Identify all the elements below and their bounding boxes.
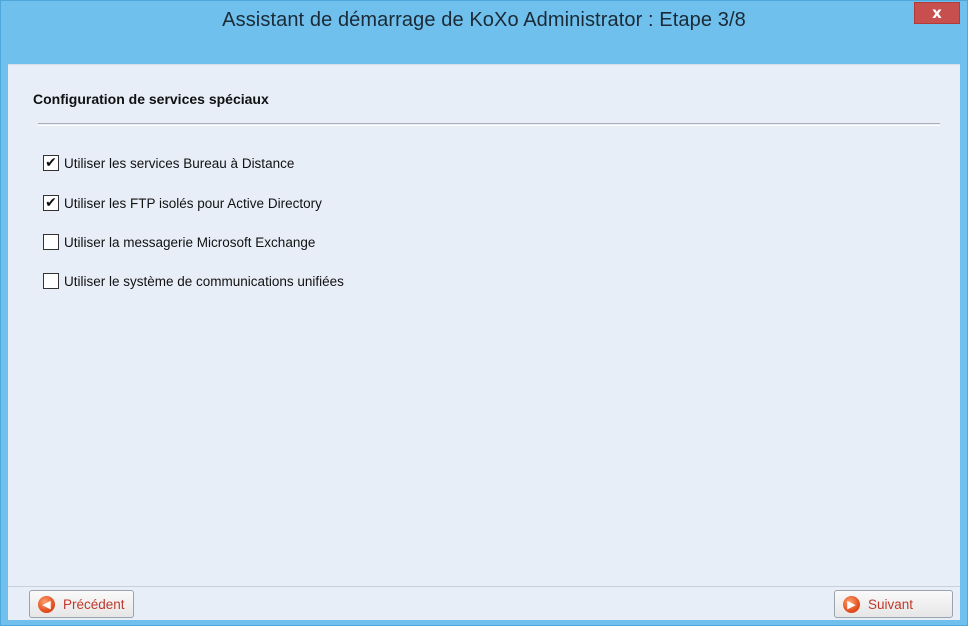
previous-button[interactable]: ◀ Précédent: [29, 590, 134, 618]
section-title: Configuration de services spéciaux: [33, 91, 269, 107]
navigation-bar: [8, 586, 960, 620]
previous-button-label: Précédent: [63, 596, 125, 612]
option-label[interactable]: Utiliser la messagerie Microsoft Exchang…: [64, 235, 315, 250]
next-button-label: Suivant: [868, 596, 914, 612]
wizard-content-panel: [8, 64, 960, 586]
remote-desktop-checkbox[interactable]: ✔: [43, 155, 59, 171]
option-isolated-ftp[interactable]: ✔ Utiliser les FTP isolés pour Active Di…: [43, 193, 322, 213]
option-label[interactable]: Utiliser le système de communications un…: [64, 274, 344, 289]
title-bar[interactable]: Assistant de démarrage de KoXo Administr…: [1, 1, 967, 41]
arrow-right-icon: ▶: [843, 595, 860, 613]
option-exchange[interactable]: Utiliser la messagerie Microsoft Exchang…: [43, 232, 315, 252]
isolated-ftp-checkbox[interactable]: ✔: [43, 195, 59, 211]
section-separator: [38, 123, 940, 126]
exchange-checkbox[interactable]: [43, 234, 59, 250]
next-button[interactable]: ▶ Suivant: [834, 590, 953, 618]
option-label[interactable]: Utiliser les services Bureau à Distance: [64, 156, 294, 171]
arrow-left-icon: ◀: [38, 595, 55, 613]
option-label[interactable]: Utiliser les FTP isolés pour Active Dire…: [64, 196, 322, 211]
unified-communications-checkbox[interactable]: [43, 273, 59, 289]
close-button[interactable]: x: [914, 2, 960, 24]
option-remote-desktop[interactable]: ✔ Utiliser les services Bureau à Distanc…: [43, 153, 294, 173]
close-icon: x: [932, 4, 942, 22]
window-title: Assistant de démarrage de KoXo Administr…: [222, 9, 746, 31]
option-unified-communications[interactable]: Utiliser le système de communications un…: [43, 271, 344, 291]
